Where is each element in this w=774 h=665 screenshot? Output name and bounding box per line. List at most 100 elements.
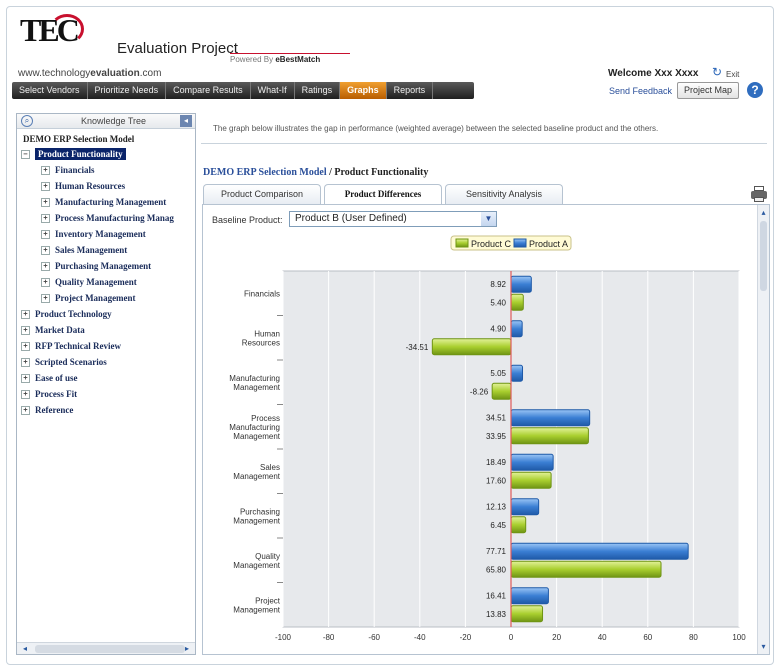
bar-value-label: 12.13 — [486, 503, 507, 512]
send-feedback-link[interactable]: Send Feedback — [609, 86, 672, 96]
bar-product-c[interactable] — [510, 427, 589, 445]
nav-item-ratings[interactable]: Ratings — [295, 82, 341, 99]
legend-label-product-c: Product C — [471, 239, 512, 249]
search-icon[interactable]: ⌕ — [21, 115, 33, 127]
collapse-panel-icon[interactable]: ◂ — [180, 115, 192, 127]
scroll-thumb[interactable] — [35, 645, 185, 653]
expand-icon[interactable]: + — [21, 309, 30, 319]
tab-sensitivity-analysis[interactable]: Sensitivity Analysis — [445, 184, 563, 204]
bar-product-a[interactable] — [510, 587, 549, 605]
tree-item-human-resources[interactable]: + Human Resources — [21, 178, 195, 194]
tree-item-label: Sales Management — [55, 245, 128, 255]
tab-product-comparison[interactable]: Product Comparison — [203, 184, 321, 204]
help-icon[interactable]: ? — [747, 82, 763, 98]
expand-icon[interactable]: + — [21, 373, 30, 383]
tree-item-process-manufacturing-manag[interactable]: + Process Manufacturing Manag — [21, 210, 195, 226]
bar-product-a[interactable] — [510, 498, 540, 516]
bar-value-label: -34.51 — [406, 343, 429, 352]
site-url[interactable]: www.technologyevaluation.com — [18, 68, 161, 79]
bar-product-a[interactable] — [510, 409, 591, 427]
expand-icon[interactable]: + — [41, 197, 50, 207]
nav-item-select-vendors[interactable]: Select Vendors — [12, 82, 88, 99]
tree-item-financials[interactable]: + Financials — [21, 162, 195, 178]
legend-label-product-a: Product A — [529, 239, 568, 249]
bar-product-a[interactable] — [510, 320, 523, 338]
tree-item-ease-of-use[interactable]: + Ease of use — [21, 370, 195, 386]
x-tick-label: -60 — [368, 633, 380, 642]
collapse-icon[interactable]: − — [21, 149, 30, 159]
bar-product-c[interactable] — [491, 382, 512, 400]
scroll-right-icon[interactable]: ▸ — [181, 644, 193, 654]
scroll-left-icon[interactable]: ◂ — [19, 644, 31, 654]
bar-product-c[interactable] — [510, 560, 662, 578]
tec-logo: TEC — [20, 14, 90, 56]
tree-item-label: Purchasing Management — [55, 261, 152, 271]
knowledge-tree-header: ⌕ Knowledge Tree ◂ — [17, 114, 195, 129]
breadcrumb-model[interactable]: DEMO ERP Selection Model — [203, 167, 327, 178]
exit-link[interactable]: Exit — [726, 70, 739, 79]
tree-item-quality-management[interactable]: + Quality Management — [21, 274, 195, 290]
expand-icon[interactable]: + — [21, 405, 30, 415]
bar-product-c[interactable] — [510, 605, 544, 623]
tree-item-purchasing-management[interactable]: + Purchasing Management — [21, 258, 195, 274]
x-tick-label: 60 — [643, 633, 652, 642]
scroll-down-icon[interactable]: ▾ — [758, 641, 769, 652]
bar-product-a[interactable] — [510, 542, 689, 560]
bar-product-c[interactable] — [510, 516, 527, 534]
expand-icon[interactable]: + — [21, 389, 30, 399]
tree-item-manufacturing-management[interactable]: + Manufacturing Management — [21, 194, 195, 210]
tree-item-label: Reference — [35, 405, 74, 415]
expand-icon[interactable]: + — [21, 325, 30, 335]
expand-icon[interactable]: + — [41, 245, 50, 255]
expand-icon[interactable]: + — [41, 213, 50, 223]
exit-icon[interactable]: ↻ — [712, 66, 724, 78]
tree-item-label: Quality Management — [55, 277, 137, 287]
scroll-up-icon[interactable]: ▴ — [758, 207, 769, 218]
tree-item-product-technology[interactable]: + Product Technology — [21, 306, 195, 322]
tree-item-project-management[interactable]: + Project Management — [21, 290, 195, 306]
tree-item-process-fit[interactable]: + Process Fit — [21, 386, 195, 402]
bar-product-c[interactable] — [510, 471, 552, 489]
expand-icon[interactable]: + — [41, 293, 50, 303]
expand-icon[interactable]: + — [41, 277, 50, 287]
bar-product-c[interactable] — [431, 338, 512, 356]
category-label: Human Resources — [242, 329, 280, 347]
scroll-thumb-vertical[interactable] — [760, 221, 767, 291]
nav-item-compare-results[interactable]: Compare Results — [166, 82, 251, 99]
bar-product-a[interactable] — [510, 453, 554, 471]
tree-item-sales-management[interactable]: + Sales Management — [21, 242, 195, 258]
tree-item-scripted-scenarios[interactable]: + Scripted Scenarios — [21, 354, 195, 370]
x-tick-label: 100 — [732, 633, 746, 642]
bar-product-a[interactable] — [510, 275, 532, 293]
expand-icon[interactable]: + — [21, 341, 30, 351]
print-icon[interactable] — [751, 186, 767, 202]
bar-product-a[interactable] — [510, 364, 524, 382]
bar-value-label: 4.90 — [490, 325, 506, 334]
expand-icon[interactable]: + — [41, 229, 50, 239]
nav-item-graphs[interactable]: Graphs — [340, 82, 387, 99]
expand-icon[interactable]: + — [21, 357, 30, 367]
expand-icon[interactable]: + — [41, 181, 50, 191]
tree-item-market-data[interactable]: + Market Data — [21, 322, 195, 338]
tree-item-reference[interactable]: + Reference — [21, 402, 195, 418]
tab-product-differences[interactable]: Product Differences — [324, 184, 442, 204]
chevron-down-icon[interactable]: ▼ — [481, 212, 496, 226]
tree-item-label: Product Functionality — [35, 148, 126, 160]
panel-vscrollbar[interactable]: ▴ ▾ — [757, 205, 769, 654]
bar-product-c[interactable] — [510, 293, 524, 311]
tree-item-product-functionality[interactable]: − Product Functionality — [21, 146, 195, 162]
sidebar-hscrollbar[interactable]: ◂ ▸ — [17, 642, 195, 654]
nav-item-what-if[interactable]: What-If — [251, 82, 295, 99]
category-label: Sales Management — [233, 463, 280, 481]
expand-icon[interactable]: + — [41, 261, 50, 271]
baseline-select[interactable]: Product B (User Defined) ▼ — [289, 211, 497, 227]
expand-icon[interactable]: + — [41, 165, 50, 175]
tree-item-label: RFP Technical Review — [35, 341, 121, 351]
nav-item-prioritize-needs[interactable]: Prioritize Needs — [88, 82, 167, 99]
tree-item-inventory-management[interactable]: + Inventory Management — [21, 226, 195, 242]
site-bold: evaluation — [90, 68, 140, 79]
tree-item-rfp-technical-review[interactable]: + RFP Technical Review — [21, 338, 195, 354]
nav-item-reports[interactable]: Reports — [387, 82, 434, 99]
category-label: Project Management — [233, 596, 280, 614]
project-map-button[interactable]: Project Map — [677, 82, 739, 99]
